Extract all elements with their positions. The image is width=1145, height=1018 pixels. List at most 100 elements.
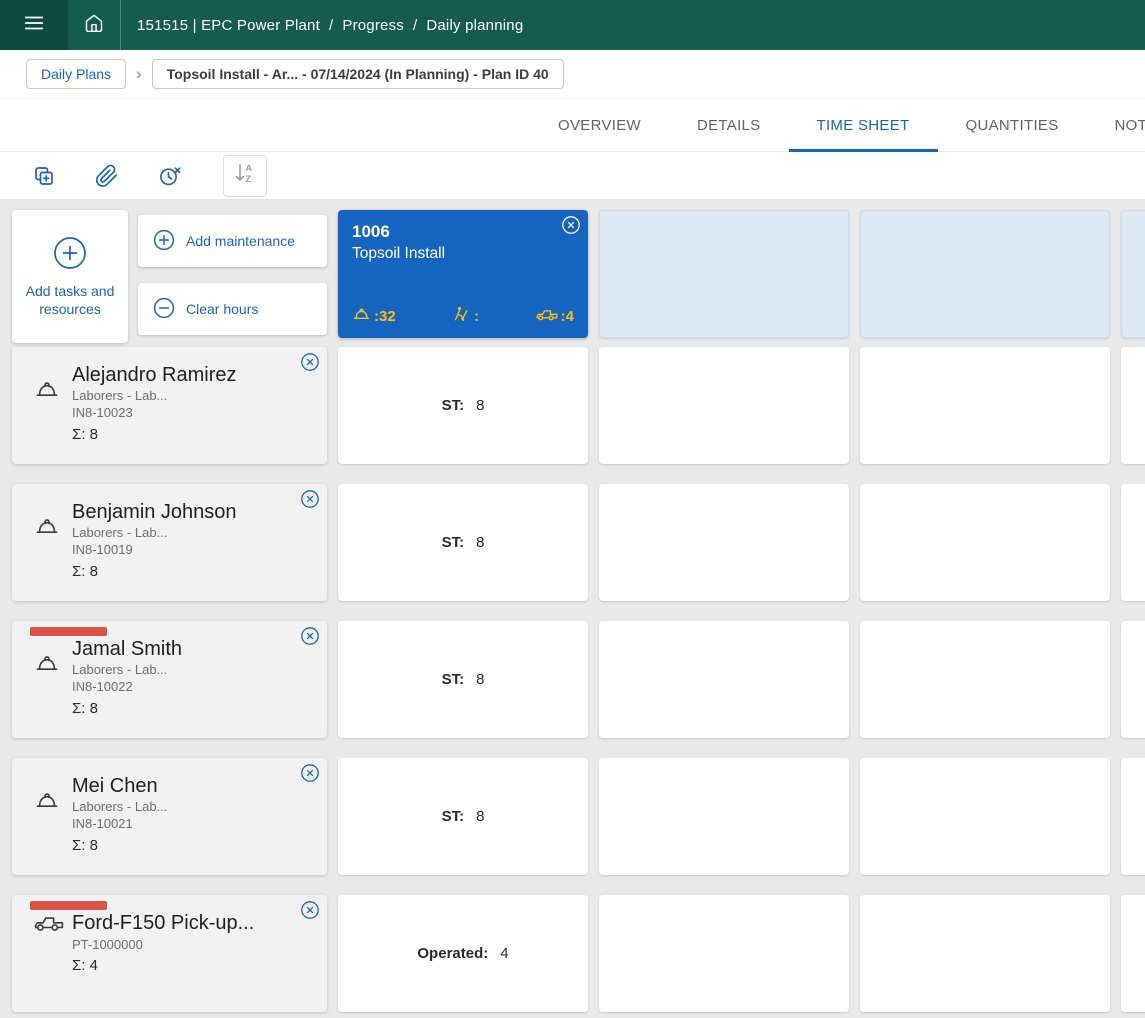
chevron-right-icon: ›: [136, 64, 142, 84]
remove-resource-button[interactable]: [300, 489, 320, 509]
resource-card[interactable]: Jamal Smith Laborers - Lab... IN8-10022 …: [12, 621, 327, 738]
timesheet-cell-empty[interactable]: [1121, 758, 1145, 875]
task-card[interactable]: 1006 Topsoil Install :32 :: [338, 210, 588, 338]
hamburger-icon: [23, 12, 45, 39]
timesheet-cell[interactable]: ST: 8: [338, 484, 588, 601]
board-row: Jamal Smith Laborers - Lab... IN8-10022 …: [12, 621, 1145, 738]
remove-resource-button[interactable]: [300, 900, 320, 920]
tab-quantities[interactable]: QUANTITIES: [938, 99, 1087, 151]
equipment-card[interactable]: Ford-F150 Pick-up... PT-1000000 Σ: 4: [12, 895, 327, 1012]
close-icon: [300, 489, 320, 509]
resource-name: Alejandro Ramirez: [72, 363, 237, 387]
timesheet-cell-empty[interactable]: [1121, 347, 1145, 464]
tab-notes[interactable]: NOTES: [1087, 99, 1145, 151]
remove-resource-button[interactable]: [300, 352, 320, 372]
resource-role: Laborers - Lab...: [72, 524, 237, 541]
board-row: Benjamin Johnson Laborers - Lab... IN8-1…: [12, 484, 1145, 601]
resource-name: Jamal Smith: [72, 637, 182, 661]
cell-label: ST:: [442, 534, 465, 551]
resource-id: IN8-10022: [72, 678, 182, 695]
current-plan-chip[interactable]: Topsoil Install - Ar... - 07/14/2024 (In…: [152, 59, 564, 89]
timesheet-cell-empty[interactable]: [1121, 484, 1145, 601]
timesheet-cell-empty[interactable]: [599, 621, 849, 738]
tab-bar: OVERVIEW DETAILS TIME SHEET QUANTITIES N…: [0, 99, 1145, 152]
task-code: 1006: [352, 222, 574, 242]
breadcrumb-separator: /: [329, 17, 333, 34]
add-tasks-resources-button[interactable]: Add tasks and resources: [12, 210, 128, 343]
tab-details[interactable]: DETAILS: [669, 99, 789, 151]
timesheet-cell-empty[interactable]: [860, 758, 1110, 875]
app-bar: 151515 | EPC Power Plant / Progress / Da…: [0, 0, 1145, 50]
timesheet-cell-empty[interactable]: [599, 484, 849, 601]
alert-flag-bar: [30, 627, 107, 636]
timesheet-cell-empty[interactable]: [860, 895, 1110, 1012]
task-name: Topsoil Install: [352, 245, 574, 263]
sort-button[interactable]: AZ: [223, 155, 267, 197]
timesheet-cell[interactable]: Operated: 4: [338, 895, 588, 1012]
remove-resource-button[interactable]: [300, 626, 320, 646]
timesheet-cell-empty[interactable]: [599, 758, 849, 875]
resource-card[interactable]: Benjamin Johnson Laborers - Lab... IN8-1…: [12, 484, 327, 601]
breadcrumb-section[interactable]: Progress: [342, 17, 404, 34]
plan-bar: Daily Plans › Topsoil Install - Ar... - …: [0, 50, 1145, 99]
breadcrumb-project: 151515 | EPC Power Plant: [137, 17, 320, 34]
equipment-hours-stat: :4: [536, 306, 574, 327]
clear-hours-label: Clear hours: [186, 301, 258, 317]
cell-value: 4: [500, 945, 508, 962]
close-icon: [300, 763, 320, 783]
hardhat-icon: [34, 377, 60, 421]
clear-hours-button[interactable]: Clear hours: [138, 283, 327, 335]
resource-card[interactable]: Mei Chen Laborers - Lab... IN8-10021 Σ: …: [12, 758, 327, 875]
hardhat-icon: [34, 514, 60, 558]
home-icon: [84, 13, 104, 38]
timesheet-cell-empty[interactable]: [599, 347, 849, 464]
attachment-icon[interactable]: [95, 164, 119, 188]
breadcrumb-separator: /: [413, 17, 417, 34]
breadcrumb-page: Daily planning: [426, 17, 523, 34]
close-icon: [300, 626, 320, 646]
empty-task-slot[interactable]: [599, 210, 849, 338]
add-maintenance-label: Add maintenance: [186, 233, 295, 249]
timesheet-cell-empty[interactable]: [1121, 895, 1145, 1012]
timesheet-cell-empty[interactable]: [860, 484, 1110, 601]
clear-hours-icon[interactable]: [158, 164, 182, 188]
resource-card[interactable]: Alejandro Ramirez Laborers - Lab... IN8-…: [12, 347, 327, 464]
cell-label: ST:: [442, 397, 465, 414]
timesheet-cell-empty[interactable]: [860, 621, 1110, 738]
tab-time-sheet[interactable]: TIME SHEET: [789, 99, 938, 151]
cell-value: 8: [476, 808, 484, 825]
resource-id: PT-1000000: [12, 937, 327, 952]
timesheet-cell-empty[interactable]: [860, 347, 1110, 464]
truck-icon: [34, 912, 64, 934]
cell-value: 8: [476, 671, 484, 688]
timesheet-cell-empty[interactable]: [1121, 621, 1145, 738]
home-button[interactable]: [68, 0, 121, 50]
remove-resource-button[interactable]: [300, 763, 320, 783]
remove-task-button[interactable]: [561, 215, 581, 235]
menu-button[interactable]: [0, 0, 68, 50]
worker-icon: [452, 305, 471, 328]
empty-task-slot[interactable]: [860, 210, 1110, 338]
daily-plans-button[interactable]: Daily Plans: [26, 59, 126, 89]
resource-total: Σ: 4: [12, 957, 327, 974]
close-icon: [300, 900, 320, 920]
empty-task-slot[interactable]: [1121, 210, 1145, 338]
resource-role: Laborers - Lab...: [72, 661, 182, 678]
timesheet-cell-empty[interactable]: [599, 895, 849, 1012]
copy-plan-icon[interactable]: [32, 164, 56, 188]
timesheet-cell[interactable]: ST: 8: [338, 621, 588, 738]
timesheet-cell[interactable]: ST: 8: [338, 347, 588, 464]
add-maintenance-button[interactable]: Add maintenance: [138, 215, 327, 267]
resource-id: IN8-10021: [72, 815, 167, 832]
timesheet-cell[interactable]: ST: 8: [338, 758, 588, 875]
cell-value: 8: [476, 397, 484, 414]
board-header-row: Add tasks and resources Add maintenance …: [12, 210, 1145, 343]
resource-id: IN8-10023: [72, 404, 237, 421]
truck-icon: [536, 306, 558, 327]
resource-name: Mei Chen: [72, 774, 167, 798]
resource-name: Ford-F150 Pick-up...: [72, 911, 254, 935]
minus-circle-icon: [153, 297, 175, 322]
resource-role: Laborers - Lab...: [72, 387, 237, 404]
tab-overview[interactable]: OVERVIEW: [530, 99, 669, 151]
resource-name: Benjamin Johnson: [72, 500, 237, 524]
